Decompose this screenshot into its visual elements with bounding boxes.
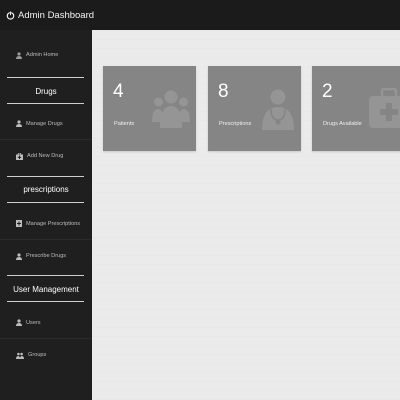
section-heading-drugs: Drugs bbox=[35, 86, 57, 96]
sidebar-item-label: Admin Home bbox=[26, 52, 59, 58]
user-icon bbox=[16, 51, 22, 59]
sidebar-item-label: Groups bbox=[28, 352, 47, 358]
divider bbox=[7, 103, 84, 104]
divider bbox=[7, 275, 84, 276]
users-icon bbox=[16, 352, 24, 359]
users-icon bbox=[152, 90, 190, 128]
sidebar-item-admin-home[interactable]: Admin Home bbox=[0, 39, 92, 71]
first-aid-kit-icon bbox=[369, 88, 400, 128]
doctor-icon bbox=[262, 89, 294, 130]
stat-label: Patients bbox=[114, 121, 135, 127]
sidebar-item-manage-drugs[interactable]: Manage Drugs bbox=[0, 108, 92, 140]
brand-link[interactable]: Admin Dashboard bbox=[6, 0, 94, 30]
section-heading-user-management: User Management bbox=[13, 284, 79, 294]
stat-label: Prescriptions bbox=[219, 121, 252, 127]
divider bbox=[7, 301, 84, 302]
sidebar: Admin Home Drugs Manage Drugs Add New Dr… bbox=[0, 30, 92, 400]
divider bbox=[7, 176, 84, 177]
sidebar-item-label: Manage Prescriptions bbox=[26, 220, 81, 227]
sidebar-item-label: Manage Drugs bbox=[26, 120, 63, 127]
prescription-icon bbox=[16, 220, 22, 227]
user-icon bbox=[16, 319, 22, 326]
divider bbox=[7, 77, 84, 78]
app-title: Admin Dashboard bbox=[18, 9, 95, 21]
power-icon bbox=[6, 10, 15, 20]
top-navbar: Admin Dashboard bbox=[0, 0, 400, 30]
divider bbox=[7, 202, 84, 203]
user-icon bbox=[16, 252, 22, 260]
sidebar-item-users[interactable]: Users bbox=[0, 307, 92, 339]
stat-value: 8 bbox=[218, 81, 229, 102]
sidebar-item-label: Prescribe Drugs bbox=[26, 253, 67, 259]
stat-card-drugs-available[interactable]: 2 Drugs Available bbox=[312, 66, 400, 151]
stat-card-patients[interactable]: 4 Patients bbox=[103, 66, 196, 151]
stat-card-prescriptions[interactable]: 8 Prescriptions bbox=[208, 66, 301, 151]
sidebar-item-add-new-drug[interactable]: Add New Drug bbox=[0, 140, 92, 172]
sidebar-item-label: Users bbox=[26, 319, 41, 326]
sidebar-item-groups[interactable]: Groups bbox=[0, 339, 92, 371]
sidebar-item-label: Add New Drug bbox=[27, 153, 64, 159]
sidebar-item-prescribe-drugs[interactable]: Prescribe Drugs bbox=[0, 240, 92, 272]
stat-label: Drugs Available bbox=[323, 121, 362, 127]
user-icon bbox=[16, 120, 22, 127]
sidebar-item-manage-prescriptions[interactable]: Manage Prescriptions bbox=[0, 208, 92, 240]
stat-value: 2 bbox=[322, 81, 333, 102]
medkit-icon bbox=[16, 152, 23, 160]
stat-value: 4 bbox=[113, 81, 124, 102]
section-heading-prescriptions: prescriptions bbox=[23, 184, 69, 194]
